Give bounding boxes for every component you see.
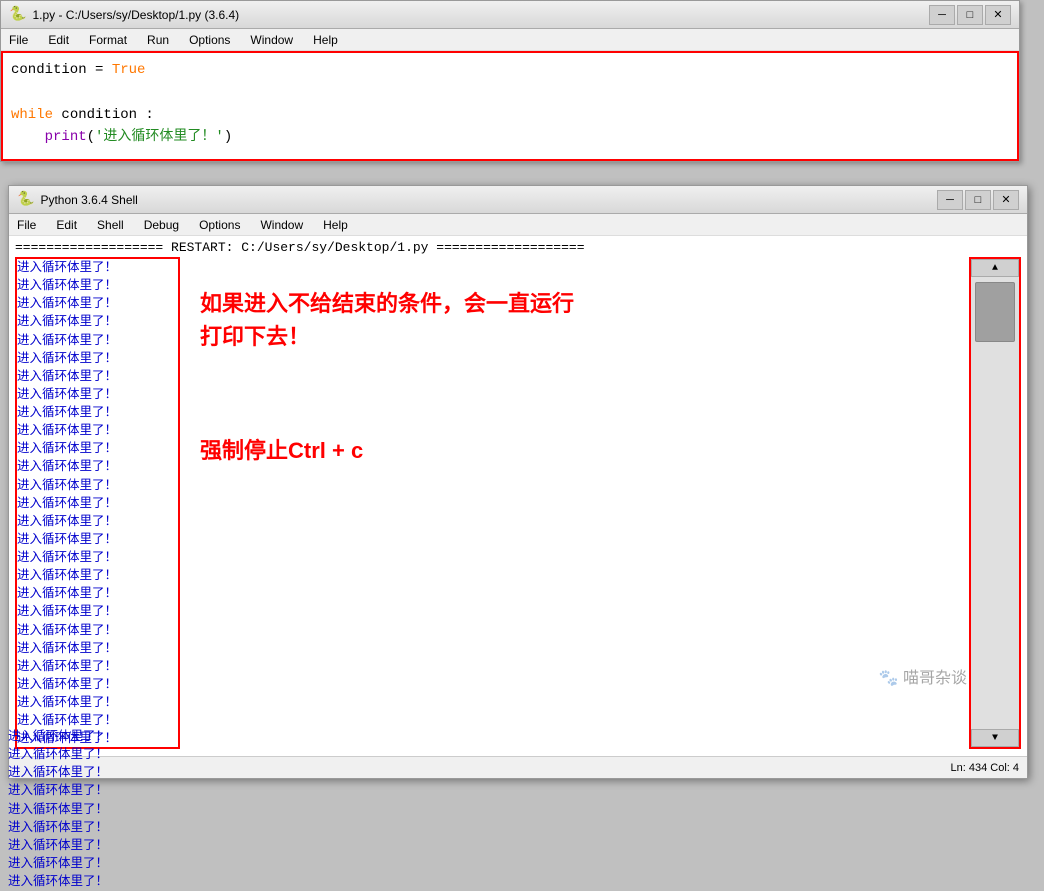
list-item: 进入循环体里了！ — [17, 694, 178, 712]
scrollbar-track[interactable] — [971, 277, 1019, 729]
editor-titlebar-controls: ─ □ ✕ — [929, 5, 1011, 25]
list-item: 进入循环体里了！ — [17, 440, 178, 458]
list-item: 进入循环体里了！ — [17, 332, 178, 350]
restart-line: =================== RESTART: C:/Users/sy… — [15, 240, 1021, 255]
annotation-text-1: 如果进入不给结束的条件，会一直运行打印下去！ — [200, 287, 949, 353]
list-item: 进入循环体里了！ — [8, 746, 183, 764]
shell-menu-options[interactable]: Options — [195, 218, 244, 232]
shell-output-area[interactable]: =================== RESTART: C:/Users/sy… — [9, 236, 1027, 756]
menu-edit[interactable]: Edit — [44, 33, 73, 47]
list-item: 进入循环体里了！ — [8, 837, 183, 855]
list-item: 进入循环体里了！ — [17, 404, 178, 422]
editor-minimize-btn[interactable]: ─ — [929, 5, 955, 25]
list-item: 进入循环体里了！ — [17, 277, 178, 295]
shell-titlebar: 🐍 Python 3.6.4 Shell ─ □ ✕ — [9, 186, 1027, 214]
list-item: 进入循环体里了！ — [17, 603, 178, 621]
editor-menubar: File Edit Format Run Options Window Help — [1, 29, 1019, 51]
code-line-1: condition = True — [11, 59, 1009, 81]
shell-menu-edit[interactable]: Edit — [52, 218, 81, 232]
below-shell-output: 进入循环体里了！ 进入循环体里了！ 进入循环体里了！ 进入循环体里了！ 进入循环… — [8, 728, 183, 891]
menu-run[interactable]: Run — [143, 33, 173, 47]
list-item: 进入循环体里了！ — [17, 513, 178, 531]
code-line-2 — [11, 81, 1009, 103]
menu-window[interactable]: Window — [246, 33, 297, 47]
list-item: 进入循环体里了！ — [17, 295, 178, 313]
list-item: 进入循环体里了！ — [8, 873, 183, 891]
menu-format[interactable]: Format — [85, 33, 131, 47]
list-item: 进入循环体里了！ — [17, 259, 178, 277]
list-item: 进入循环体里了！ — [17, 368, 178, 386]
shell-close-btn[interactable]: ✕ — [993, 190, 1019, 210]
output-area: 进入循环体里了！ 进入循环体里了！ 进入循环体里了！ 进入循环体里了！ 进入循环… — [15, 257, 1021, 749]
editor-close-btn[interactable]: ✕ — [985, 5, 1011, 25]
shell-menu-window[interactable]: Window — [256, 218, 307, 232]
list-item: 进入循环体里了！ — [8, 819, 183, 837]
list-item: 进入循环体里了！ — [8, 728, 183, 746]
shell-icon: 🐍 — [17, 191, 34, 208]
list-item: 进入循环体里了！ — [17, 350, 178, 368]
list-item: 进入循环体里了！ — [17, 567, 178, 585]
menu-help[interactable]: Help — [309, 33, 342, 47]
list-item: 进入循环体里了！ — [17, 386, 178, 404]
shell-maximize-btn[interactable]: □ — [965, 190, 991, 210]
list-item: 进入循环体里了！ — [17, 658, 178, 676]
shell-title: Python 3.6.4 Shell — [40, 193, 137, 207]
list-item: 进入循环体里了！ — [8, 801, 183, 819]
editor-titlebar: 🐍 1.py - C:/Users/sy/Desktop/1.py (3.6.4… — [1, 1, 1019, 29]
menu-file[interactable]: File — [5, 33, 32, 47]
list-item: 进入循环体里了！ — [17, 676, 178, 694]
editor-icon: 🐍 — [9, 6, 26, 23]
code-line-3: while condition : — [11, 104, 1009, 126]
status-ln-col: Ln: 434 Col: 4 — [951, 762, 1020, 774]
list-item: 进入循环体里了！ — [17, 477, 178, 495]
list-item: 进入循环体里了！ — [8, 764, 183, 782]
list-item: 进入循环体里了！ — [17, 549, 178, 567]
shell-menu-debug[interactable]: Debug — [140, 218, 183, 232]
scrollbar-area[interactable]: ▲ ▼ — [969, 257, 1021, 749]
list-item: 进入循环体里了！ — [17, 622, 178, 640]
shell-titlebar-controls: ─ □ ✕ — [937, 190, 1019, 210]
watermark-logo: 🐾 喵哥杂谈 — [879, 664, 967, 688]
editor-title: 1.py - C:/Users/sy/Desktop/1.py (3.6.4) — [32, 8, 239, 22]
menu-options[interactable]: Options — [185, 33, 234, 47]
list-item: 进入循环体里了！ — [17, 495, 178, 513]
shell-menu-help[interactable]: Help — [319, 218, 352, 232]
list-item: 进入循环体里了！ — [17, 531, 178, 549]
scrollbar-down-arrow[interactable]: ▼ — [971, 729, 1019, 747]
list-item: 进入循环体里了！ — [8, 855, 183, 873]
list-item: 进入循环体里了！ — [17, 640, 178, 658]
scrollbar-thumb[interactable] — [975, 282, 1015, 342]
list-item: 进入循环体里了！ — [17, 585, 178, 603]
list-item: 进入循环体里了！ — [17, 313, 178, 331]
shell-menubar: File Edit Shell Debug Options Window Hel… — [9, 214, 1027, 236]
editor-code-area[interactable]: condition = True while condition : print… — [1, 51, 1019, 161]
shell-menu-file[interactable]: File — [13, 218, 40, 232]
editor-maximize-btn[interactable]: □ — [957, 5, 983, 25]
output-lines-box: 进入循环体里了！ 进入循环体里了！ 进入循环体里了！ 进入循环体里了！ 进入循环… — [15, 257, 180, 749]
list-item: 进入循环体里了！ — [17, 422, 178, 440]
shell-menu-shell[interactable]: Shell — [93, 218, 128, 232]
shell-titlebar-left: 🐍 Python 3.6.4 Shell — [17, 191, 138, 208]
list-item: 进入循环体里了！ — [17, 458, 178, 476]
annotation-text-2: 强制停止Ctrl + c — [200, 433, 949, 465]
annotation-area: 如果进入不给结束的条件，会一直运行打印下去！ 强制停止Ctrl + c — [180, 257, 969, 749]
scrollbar-up-arrow[interactable]: ▲ — [971, 259, 1019, 277]
shell-window: 🐍 Python 3.6.4 Shell ─ □ ✕ File Edit She… — [8, 185, 1028, 779]
editor-titlebar-left: 🐍 1.py - C:/Users/sy/Desktop/1.py (3.6.4… — [9, 6, 239, 23]
list-item: 进入循环体里了！ — [8, 782, 183, 800]
shell-minimize-btn[interactable]: ─ — [937, 190, 963, 210]
code-line-4: print('进入循环体里了！') — [11, 126, 1009, 148]
editor-window: 🐍 1.py - C:/Users/sy/Desktop/1.py (3.6.4… — [0, 0, 1020, 162]
